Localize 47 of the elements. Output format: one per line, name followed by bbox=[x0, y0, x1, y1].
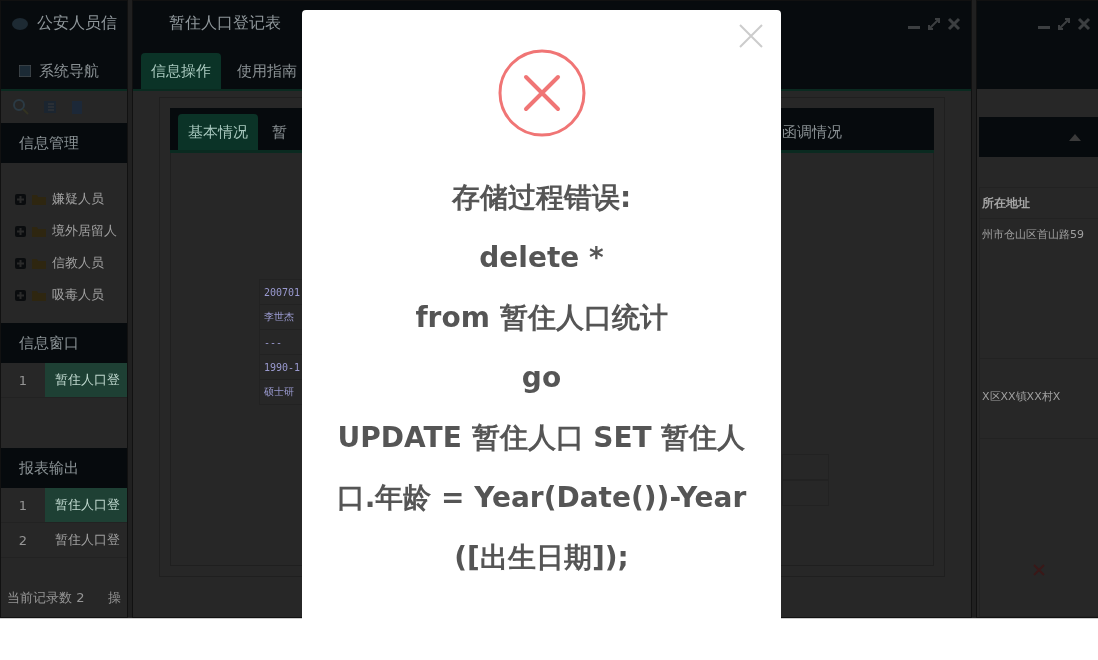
plus-icon[interactable] bbox=[15, 225, 26, 237]
tree-item[interactable]: 嫌疑人员 bbox=[1, 183, 127, 215]
error-message: from 暂住人口统计 bbox=[414, 300, 669, 336]
row-number: 2 bbox=[17, 531, 29, 550]
close-icon[interactable] bbox=[1077, 17, 1091, 31]
table-cell: X区XX镇XX村X bbox=[980, 359, 1098, 439]
tab[interactable]: 暂 bbox=[262, 114, 297, 150]
table-cell: 州市仓山区首山路59 bbox=[980, 219, 1098, 359]
tree-item[interactable]: 境外居留人 bbox=[1, 215, 127, 247]
close-icon[interactable] bbox=[947, 16, 961, 31]
tree-item[interactable]: 吸毒人员 bbox=[1, 279, 127, 311]
list-item[interactable]: 暂住人口登 bbox=[45, 488, 127, 522]
window-title: 暂住人口登记表 bbox=[169, 13, 281, 34]
tab[interactable]: 信息操作 bbox=[141, 53, 221, 89]
error-message: UPDATE 暂住人口 SET 暂住人口.年龄 = Year(Date())-Year([出生日期]); bbox=[335, 420, 748, 576]
column-header: 所在地址 bbox=[980, 188, 1098, 219]
table-cell bbox=[782, 480, 829, 506]
plus-icon[interactable] bbox=[15, 193, 26, 205]
section-header: 信息窗口 bbox=[1, 323, 127, 363]
tree-label: 境外居留人 bbox=[52, 222, 117, 240]
plus-icon[interactable] bbox=[15, 257, 26, 269]
error-message: 存储过程错误: bbox=[450, 180, 633, 216]
search-icon[interactable] bbox=[13, 99, 29, 115]
section-header: 报表输出 bbox=[1, 448, 127, 488]
error-message: go bbox=[520, 360, 563, 396]
row-number: 1 bbox=[17, 371, 29, 390]
tree-label: 信教人员 bbox=[52, 254, 104, 272]
list-item[interactable]: 暂住人口登 bbox=[45, 363, 127, 397]
error-message: delete * bbox=[478, 240, 605, 276]
tab[interactable]: 基本情况 bbox=[178, 114, 258, 150]
table-cell bbox=[782, 454, 829, 480]
collapse-caret-icon[interactable] bbox=[1069, 133, 1081, 141]
section-header: 信息管理 bbox=[1, 123, 127, 163]
restore-icon[interactable] bbox=[1057, 17, 1071, 31]
close-button[interactable] bbox=[737, 22, 765, 50]
error-icon bbox=[496, 48, 587, 138]
record-count: 当前记录数 2 bbox=[7, 589, 85, 607]
status-text: 操 bbox=[108, 589, 122, 607]
plus-icon[interactable] bbox=[15, 289, 26, 301]
maximize-icon[interactable] bbox=[927, 16, 941, 31]
row-number: 1 bbox=[17, 496, 29, 515]
tree-label: 吸毒人员 bbox=[52, 286, 104, 304]
tree-item[interactable]: 信教人员 bbox=[1, 247, 127, 279]
tree-label: 嫌疑人员 bbox=[52, 190, 104, 208]
list-item[interactable]: 暂住人口登 bbox=[45, 523, 127, 557]
window-title: 公安人员信 bbox=[37, 13, 117, 34]
logo-icon bbox=[11, 16, 29, 31]
